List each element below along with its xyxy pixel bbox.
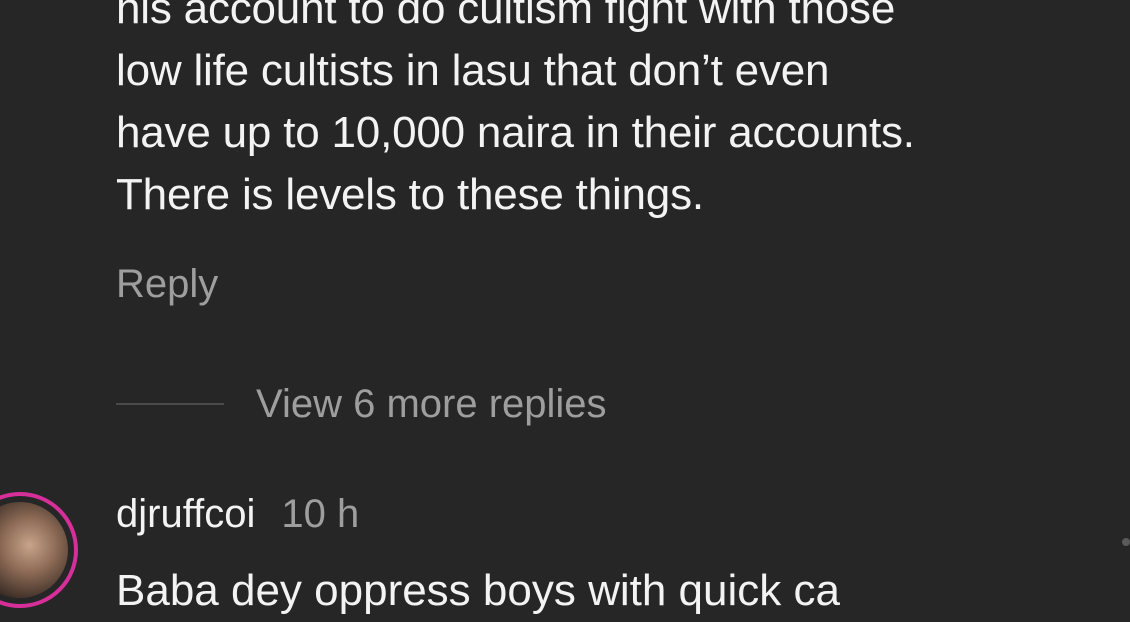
thread-divider	[116, 403, 224, 405]
reply-button[interactable]: Reply	[116, 260, 218, 308]
comment-body: his account to do cultism fight with tho…	[116, 0, 1116, 226]
comment-line: low life cultists in lasu that don’t eve…	[116, 46, 830, 95]
view-more-replies-label: View 6 more replies	[256, 382, 607, 426]
username-link[interactable]: djruffcoi	[116, 490, 255, 538]
scroll-indicator	[1122, 538, 1130, 546]
avatar-photo	[0, 502, 68, 598]
comment-line: his account to do cultism fight with tho…	[116, 0, 896, 33]
comment-timestamp: 10 h	[281, 492, 360, 536]
next-comment-text: Baba dey oppress boys with quick ca	[116, 566, 840, 615]
comment-line: have up to 10,000 naira in their account…	[116, 108, 915, 157]
view-more-replies-button[interactable]: View 6 more replies	[116, 380, 607, 428]
avatar[interactable]	[0, 492, 78, 608]
comment-line: There is levels to these things.	[116, 170, 704, 219]
comment-header: djruffcoi 10 h	[116, 490, 359, 538]
